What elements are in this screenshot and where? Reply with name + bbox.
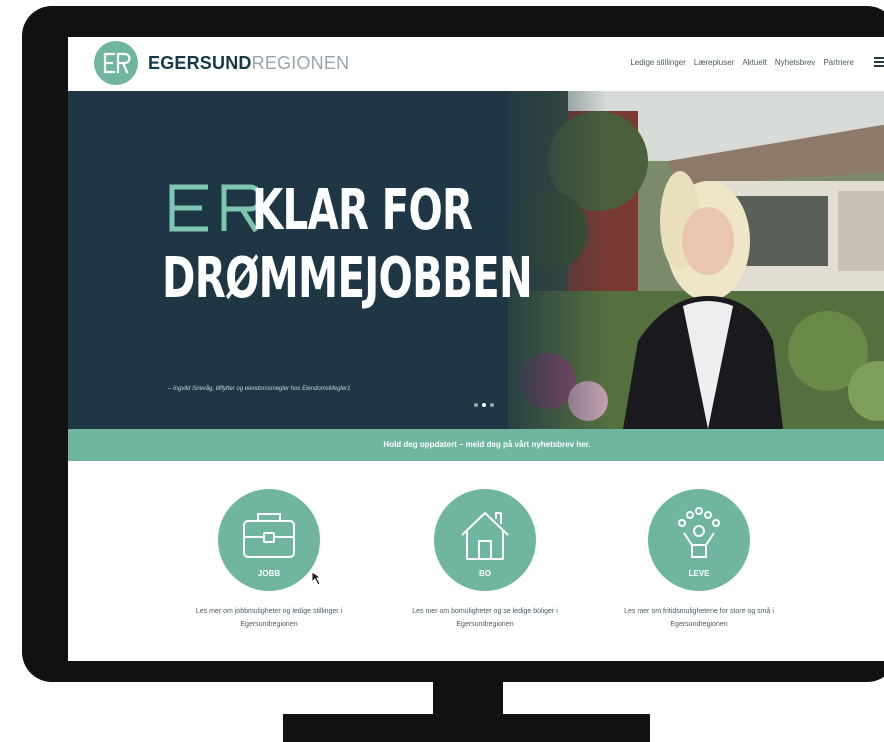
feature-bo-label: BO <box>479 569 491 578</box>
monitor-stand-neck <box>433 678 503 718</box>
mouse-cursor-icon <box>311 571 323 586</box>
brand-bold: EGERSUND <box>148 53 252 73</box>
website-screen: EGERSUNDREGIONEN Ledige stillinger Lærep… <box>68 37 884 661</box>
slider-dot[interactable] <box>490 403 494 407</box>
nav-item-aktuelt[interactable]: Aktuelt <box>742 58 766 67</box>
nav-item-ledige-stillinger[interactable]: Ledige stillinger <box>630 58 686 67</box>
feature-jobb-button[interactable]: JOBB <box>218 489 320 591</box>
hero-title-line2: DRØMMEJOBBEN <box>162 246 533 311</box>
monitor-frame: EGERSUNDREGIONEN Ledige stillinger Lærep… <box>22 6 884 682</box>
feature-jobb-label: JOBB <box>257 569 281 578</box>
hero-title-line1: KLAR FOR <box>252 178 473 243</box>
feature-bo-text: Les mer om bomuligheter og se ledige bol… <box>412 608 558 628</box>
feature-section: JOBB Les mer om jobbmuligheter og ledige… <box>68 461 884 661</box>
feature-jobb-text: Les mer om jobbmuligheter og ledige stil… <box>195 608 343 628</box>
slider-dots <box>474 403 494 407</box>
feature-leve-text: Les mer om fritidsmulighetene for store … <box>624 608 774 628</box>
feature-bo: BO Les mer om bomuligheter og se ledige … <box>375 489 595 631</box>
nav-item-laereplasser[interactable]: Lærepluser <box>694 58 734 67</box>
feature-jobb: JOBB Les mer om jobbmuligheter og ledige… <box>159 489 379 631</box>
feature-leve-button[interactable]: LEVE <box>648 489 750 591</box>
hero-caption: – Ingvild Sirevåg, tilflytter og eiendom… <box>168 386 351 392</box>
brand-name[interactable]: EGERSUNDREGIONEN <box>148 53 349 74</box>
site-header: EGERSUNDREGIONEN Ledige stillinger Lærep… <box>68 37 884 91</box>
feature-bo-button[interactable]: BO <box>434 489 536 591</box>
newsletter-banner[interactable]: Hold deg oppdatert – meld deg på vårt ny… <box>68 429 884 461</box>
monitor-stand-base <box>283 714 650 742</box>
hero-title: KLAR FOR DRØMMEJOBBEN <box>162 177 533 313</box>
slider-dot-active[interactable] <box>482 403 486 407</box>
nav-item-partnere[interactable]: Partnere <box>823 58 854 67</box>
logo-icon[interactable] <box>94 41 138 85</box>
feature-leve-label: LEVE <box>688 569 710 578</box>
hamburger-menu-icon[interactable] <box>874 57 884 67</box>
main-nav: Ledige stillinger Lærepluser Aktuelt Nyh… <box>630 58 854 67</box>
hero-banner: KLAR FOR DRØMMEJOBBEN – Ingvild Sirevåg,… <box>68 91 884 429</box>
brand-light: REGIONEN <box>251 53 350 73</box>
feature-leve: LEVE Les mer om fritidsmulighetene for s… <box>589 489 809 631</box>
slider-dot[interactable] <box>474 403 478 407</box>
nav-item-nyhetsbrev[interactable]: Nyhetsbrev <box>775 58 815 67</box>
